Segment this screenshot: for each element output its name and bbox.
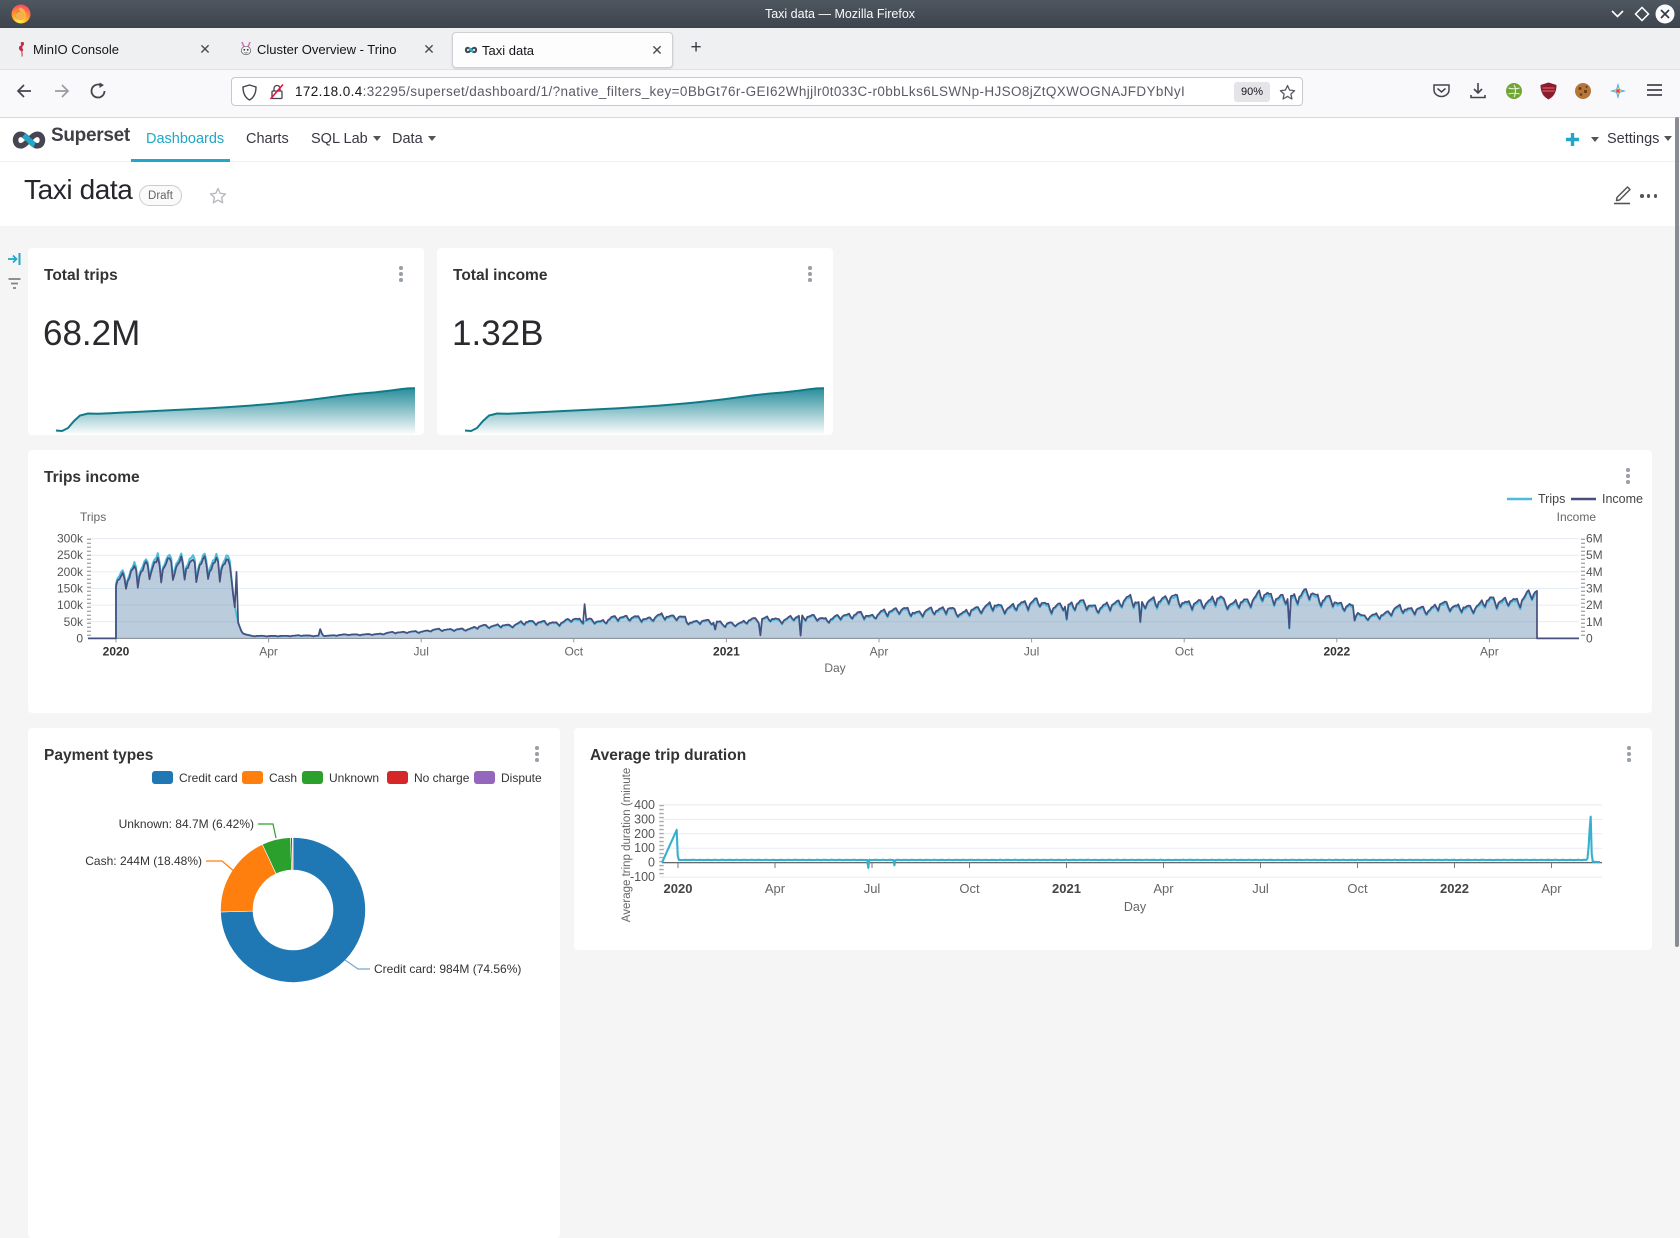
svg-text:2022: 2022 [1440, 881, 1469, 896]
svg-text:400: 400 [634, 798, 655, 812]
svg-text:Oct: Oct [959, 881, 980, 896]
svg-text:2M: 2M [1586, 598, 1603, 612]
svg-text:2021: 2021 [1052, 881, 1081, 896]
svg-text:Oct: Oct [1347, 881, 1368, 896]
svg-text:2022: 2022 [1323, 644, 1350, 658]
svg-text:Unknown: 84.7M (6.42%): Unknown: 84.7M (6.42%) [119, 817, 254, 831]
svg-text:Dispute: Dispute [501, 771, 542, 785]
svg-text:6M: 6M [1586, 532, 1603, 546]
svg-text:Jul: Jul [414, 644, 429, 658]
svg-text:Credit card: Credit card [179, 771, 238, 785]
svg-text:Apr: Apr [1480, 644, 1499, 658]
svg-text:Cash: 244M (18.48%): Cash: 244M (18.48%) [85, 854, 202, 868]
svg-text:Trips: Trips [1538, 492, 1565, 506]
svg-text:Apr: Apr [765, 881, 786, 896]
svg-text:Unknown: Unknown [329, 771, 379, 785]
svg-text:Apr: Apr [1541, 881, 1562, 896]
svg-text:Average trinp duration (minute: Average trinp duration (minute [621, 768, 633, 923]
svg-text:Income: Income [1602, 492, 1643, 506]
svg-text:2020: 2020 [664, 881, 693, 896]
svg-text:Day: Day [1124, 900, 1147, 914]
svg-text:Oct: Oct [564, 644, 583, 658]
svg-text:0: 0 [648, 856, 655, 870]
svg-text:4M: 4M [1586, 565, 1603, 579]
svg-text:2021: 2021 [713, 644, 740, 658]
svg-text:200: 200 [634, 827, 655, 841]
svg-text:100k: 100k [57, 598, 84, 612]
svg-text:150k: 150k [57, 582, 84, 596]
svg-text:100: 100 [634, 841, 655, 855]
svg-text:50k: 50k [64, 615, 84, 629]
svg-text:0: 0 [1586, 631, 1593, 645]
svg-text:3M: 3M [1586, 582, 1603, 596]
svg-text:No charge: No charge [414, 771, 470, 785]
svg-text:5M: 5M [1586, 548, 1603, 562]
svg-text:Cash: Cash [269, 771, 297, 785]
svg-text:Trips: Trips [80, 510, 106, 524]
svg-text:Oct: Oct [1175, 644, 1194, 658]
svg-text:250k: 250k [57, 548, 84, 562]
svg-text:Jul: Jul [1252, 881, 1269, 896]
svg-text:Income: Income [1557, 510, 1597, 524]
svg-text:200k: 200k [57, 565, 84, 579]
svg-text:Apr: Apr [1153, 881, 1174, 896]
svg-text:0: 0 [76, 631, 83, 645]
svg-text:-100: -100 [630, 870, 655, 884]
svg-text:Jul: Jul [1024, 644, 1039, 658]
svg-text:Day: Day [824, 661, 845, 675]
svg-text:Apr: Apr [259, 644, 278, 658]
svg-text:Apr: Apr [870, 644, 889, 658]
svg-text:Credit card: 984M (74.56%): Credit card: 984M (74.56%) [374, 962, 521, 976]
svg-text:2020: 2020 [103, 644, 130, 658]
svg-text:300: 300 [634, 812, 655, 826]
svg-text:300k: 300k [57, 532, 84, 546]
svg-text:1M: 1M [1586, 615, 1603, 629]
svg-text:Jul: Jul [864, 881, 881, 896]
